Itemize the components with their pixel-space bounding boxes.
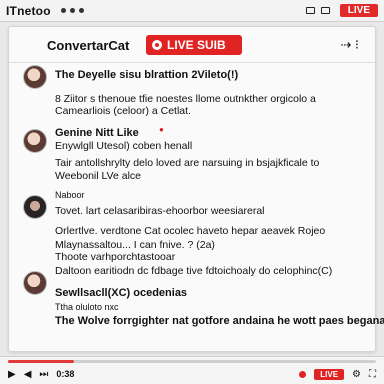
message-text: Thoote varhporchtastooar [55, 251, 176, 263]
header-tools[interactable]: ⇢ ⁝ [340, 37, 359, 53]
message-text: The Wolve forrgighter nat gotfore andain… [55, 315, 384, 327]
top-bar: ITnetoo LIVE [0, 0, 384, 22]
dot-icon[interactable] [78, 8, 84, 13]
play-icon[interactable]: ▶ [8, 369, 16, 380]
window-icon[interactable] [305, 7, 315, 14]
avatar[interactable] [23, 65, 47, 89]
progress-fill [8, 360, 75, 363]
message-text: Camearliois (celoor) a Cetlat. [55, 105, 191, 117]
message-author: The Deyelle sisu blrattion 2Vileto(!) [55, 69, 239, 81]
message-author: Naboor [55, 190, 85, 200]
player-controls: ▶ ◀ ⏭ 0:38 LIVE ⚙ ⛶ [8, 367, 376, 381]
skip-icon[interactable]: ⏭ [39, 369, 48, 380]
window-icon[interactable] [320, 7, 330, 14]
message-text: Mlaynassaltou... I can fnive. ? (2a) [55, 239, 215, 251]
top-icons [305, 7, 330, 14]
chat-panel: ConvertarCat LIVE SUIB ⇢ ⁝ The Deyelle s… [8, 26, 384, 352]
message-text: Orlertlve. verdtone Cat ocolec haveto he… [55, 225, 326, 237]
dot-icon[interactable] [60, 8, 66, 13]
heart-icon [152, 40, 162, 50]
message-author: Sewllsacll(XC) ocedenias [55, 287, 188, 299]
message-text: Weebonil LVe alce [55, 170, 142, 182]
dot-icon[interactable] [69, 8, 75, 13]
message-text: 8 Ziitor s thenoue tfie noestes llome ou… [55, 93, 316, 105]
fullscreen-icon[interactable]: ⛶ [369, 369, 376, 380]
message-text: Tovet. lart celasaribiras-ehoorbor weesi… [55, 205, 265, 217]
progress-bar[interactable] [8, 360, 376, 363]
new-badge-icon: ● [159, 125, 164, 134]
channel-name: ConvertarCat [47, 38, 130, 53]
timecode: 0:38 [56, 369, 75, 379]
settings-icon[interactable]: ⚙ [352, 369, 361, 380]
message-text: Tair antollshrylty delo loved are narsui… [55, 157, 320, 169]
volume-icon[interactable]: ◀ [24, 369, 32, 380]
avatar[interactable] [23, 195, 47, 219]
message-author: Genine Nitt Like [55, 127, 139, 139]
message-text: Enywlgll Utesol) coben henall [55, 140, 193, 152]
record-icon[interactable] [299, 370, 307, 378]
panel-header: ConvertarCat LIVE SUIB ⇢ ⁝ [9, 27, 375, 63]
message-text: Daltoon earitiodn dc fdbage tive fdtoich… [55, 265, 333, 277]
live-badge[interactable]: LIVE [339, 4, 378, 17]
live-sub-button[interactable]: LIVE SUIB [146, 35, 242, 55]
player-bar: ▶ ◀ ⏭ 0:38 LIVE ⚙ ⛶ [0, 356, 384, 384]
message-text: Ttha oluloto nxc [55, 302, 119, 312]
window-dots [60, 8, 84, 13]
avatar[interactable] [23, 271, 47, 295]
app-title: ITnetoo [6, 3, 51, 18]
live-sub-label: LIVE SUIB [167, 38, 226, 52]
avatar[interactable] [23, 129, 47, 153]
live-badge[interactable]: LIVE [314, 368, 345, 380]
